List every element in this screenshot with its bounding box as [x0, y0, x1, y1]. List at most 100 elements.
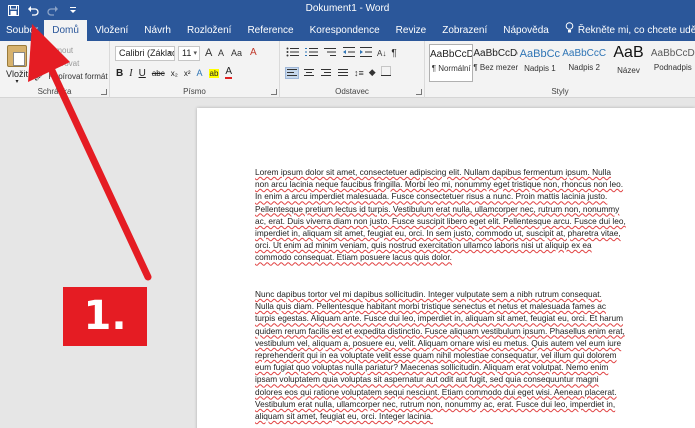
clipboard-launcher-icon[interactable]	[101, 89, 107, 95]
copy-button[interactable]: ❐ Kopírovat	[34, 58, 79, 69]
copy-icon: ❐	[34, 58, 43, 68]
document-line: dolores eos qui ratione voluptatem sequi…	[255, 386, 617, 397]
style-title[interactable]: AaB Název	[606, 44, 650, 82]
paragraph-row-bottom: ↕≡ ◆	[285, 66, 391, 79]
multilevel-list-icon[interactable]	[324, 47, 338, 60]
customize-icon[interactable]	[66, 3, 80, 17]
chevron-down-icon: ▾	[15, 79, 19, 85]
paste-button[interactable]: Vložit ▾	[4, 45, 30, 85]
font-color-button[interactable]: A	[225, 67, 233, 79]
change-case-icon[interactable]: Aa	[231, 48, 242, 58]
clipboard-group: Vložit ▾ ✂ Vyjmout ❐ Kopírovat 🖌 Kopírov…	[0, 41, 110, 98]
strikethrough-button[interactable]: abc	[152, 69, 165, 78]
superscript-button[interactable]: x²	[184, 69, 191, 78]
style-subtitle[interactable]: AaBbCcD Podnadpis	[651, 44, 695, 82]
document-paragraph-2[interactable]: Nunc dapibus tortor vel mi dapibus solli…	[255, 288, 633, 422]
document-line: Vestibulum erat nulla, ullamcorper nec, …	[255, 398, 616, 409]
style-sample: AaBbCc	[519, 48, 561, 60]
font-name-box[interactable]: Calibri (Základ ▾	[115, 46, 175, 61]
numbering-icon[interactable]	[305, 47, 319, 60]
style-sample: AaBbCcDc	[473, 48, 518, 59]
chevron-down-icon: ▾	[193, 50, 197, 57]
borders-icon[interactable]	[380, 66, 391, 79]
redo-icon[interactable]	[46, 3, 60, 17]
document-line: Nunc dapibus tortor vel mi dapibus solli…	[255, 289, 602, 299]
tab-help[interactable]: Nápověda	[495, 20, 557, 41]
paragraph-group-label: Odstavec	[335, 87, 369, 96]
save-icon[interactable]	[6, 3, 20, 17]
italic-button[interactable]: I	[129, 68, 132, 79]
tab-references[interactable]: Reference	[239, 20, 301, 41]
style-no-spacing[interactable]: AaBbCcDc ¶ Bez mezer	[473, 44, 517, 82]
style-name: Nadpis 2	[568, 63, 600, 72]
document-line: commodo consequat. Etiam posuere lacus q…	[255, 252, 452, 263]
clear-formatting-icon[interactable]: A	[250, 47, 257, 58]
underline-button[interactable]: U	[139, 68, 146, 79]
paragraph-group: A↓ ¶ ↕≡ ◆ Odstavec	[280, 41, 425, 98]
show-marks-icon[interactable]: ¶	[391, 48, 396, 59]
line-spacing-icon[interactable]: ↕≡	[354, 68, 364, 78]
document-line: imperdiet in, aliquam sit amet, feugiat …	[255, 228, 621, 239]
align-right-icon[interactable]	[320, 68, 332, 78]
tab-mailings[interactable]: Korespondence	[302, 20, 388, 41]
font-group: Calibri (Základ ▾ 11 ▾ A A Aa A B I U ab…	[110, 41, 280, 98]
align-center-icon[interactable]	[303, 68, 315, 78]
ribbon: Vložit ▾ ✂ Vyjmout ❐ Kopírovat 🖌 Kopírov…	[0, 41, 695, 98]
font-size-value: 11	[182, 48, 192, 58]
tell-me-label: Řekněte mi, co chcete udělat	[577, 25, 695, 36]
document-paragraph-1[interactable]: Lorem ipsum dolor sit amet, consectetuer…	[255, 166, 633, 264]
document-line: orci. Ut enim ad minim veniam, quis nost…	[255, 240, 592, 251]
shading-icon[interactable]: ◆	[369, 67, 376, 78]
tab-review[interactable]: Revize	[388, 20, 435, 41]
style-name: ¶ Normální	[431, 64, 471, 73]
style-name: Podnadpis	[653, 63, 692, 72]
font-launcher-icon[interactable]	[271, 89, 277, 95]
style-heading-2[interactable]: AaBbCcC Nadpis 2	[562, 44, 606, 82]
font-group-label: Písmo	[183, 87, 206, 96]
tab-design[interactable]: Návrh	[136, 20, 179, 41]
style-normal[interactable]: AaBbCcDc ¶ Normální	[429, 44, 474, 82]
align-left-icon[interactable]	[285, 66, 299, 79]
font-size-box[interactable]: 11 ▾	[178, 46, 200, 61]
style-name: Název	[617, 66, 640, 75]
document-page[interactable]: Lorem ipsum dolor sit amet, consectetuer…	[197, 108, 695, 428]
scissors-icon: ✂	[34, 45, 42, 55]
style-sample: AaBbCcDc	[430, 49, 472, 60]
tab-layout[interactable]: Rozložení	[179, 20, 239, 41]
document-line: ipsam voluptatem quia voluptas sit asper…	[255, 374, 599, 385]
decrease-indent-icon[interactable]	[343, 47, 355, 60]
justify-icon[interactable]	[337, 68, 349, 78]
copy-label: Kopírovat	[45, 59, 80, 68]
bold-button[interactable]: B	[116, 68, 123, 79]
paragraph-launcher-icon[interactable]	[416, 89, 422, 95]
format-painter-button[interactable]: 🖌 Kopírovat formát	[34, 71, 108, 82]
style-sample: AaB	[613, 44, 644, 61]
cut-button[interactable]: ✂ Vyjmout	[34, 45, 73, 56]
document-line: eum fugiat quo voluptas nulla pariatur? …	[255, 362, 609, 373]
increase-indent-icon[interactable]	[360, 47, 372, 60]
grow-font-icon[interactable]: A	[205, 47, 212, 59]
style-heading-1[interactable]: AaBbCc Nadpis 1	[518, 44, 562, 82]
bullets-icon[interactable]	[286, 47, 300, 60]
undo-icon[interactable]	[26, 3, 40, 17]
shrink-font-icon[interactable]: A	[218, 48, 224, 58]
tab-view[interactable]: Zobrazení	[434, 20, 495, 41]
step-badge: 1.	[63, 287, 147, 346]
style-name: ¶ Bez mezer	[473, 63, 518, 72]
chevron-down-icon: ▾	[168, 50, 172, 57]
document-line: Pellentesque pretium lectus id turpis. V…	[255, 203, 620, 214]
styles-gallery: AaBbCcDc ¶ Normální AaBbCcDc ¶ Bez mezer…	[429, 44, 695, 82]
document-line: Nulla quis diam. Pellentesque habitant m…	[255, 301, 606, 312]
text-effects-button[interactable]: A	[197, 68, 203, 78]
tab-file[interactable]: Soubor	[0, 20, 44, 41]
tab-insert[interactable]: Vložení	[87, 20, 136, 41]
highlight-button[interactable]: ab	[208, 68, 220, 78]
paste-label: Vložit	[5, 69, 28, 79]
sort-icon[interactable]: A↓	[377, 49, 386, 58]
tab-home[interactable]: Domů	[44, 20, 87, 41]
styles-group: AaBbCcDc ¶ Normální AaBbCcDc ¶ Bez mezer…	[425, 41, 695, 98]
style-sample: AaBbCcD	[650, 48, 695, 59]
clipboard-group-label: Schránka	[37, 87, 72, 96]
subscript-button[interactable]: x₂	[171, 69, 178, 78]
tell-me-search[interactable]: Řekněte mi, co chcete udělat	[557, 20, 695, 41]
